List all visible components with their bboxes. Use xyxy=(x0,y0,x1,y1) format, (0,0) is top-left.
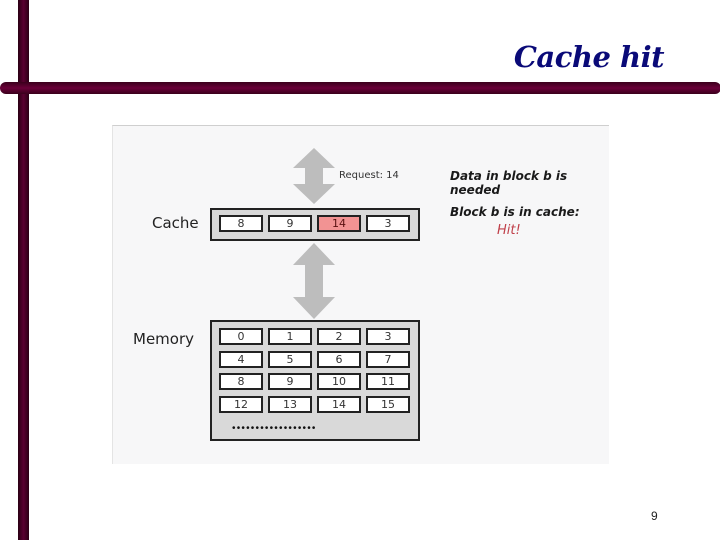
vertical-accent-bar xyxy=(18,0,29,540)
memory-block: 7 xyxy=(366,350,410,368)
memory-label: Memory xyxy=(133,330,195,348)
cache-block: 3 xyxy=(366,215,410,232)
cache-label: Cache xyxy=(152,214,199,232)
slide-title: Cache hit xyxy=(513,40,665,74)
memory-block: 4 xyxy=(219,350,263,368)
cache-box: 8 9 14 3 xyxy=(210,208,420,241)
memory-block: 9 xyxy=(268,373,312,390)
cache-memory-arrow-icon xyxy=(293,243,335,319)
memory-ellipsis: •••••••••••••••••• xyxy=(232,423,317,434)
memory-block: 1 xyxy=(268,328,312,345)
memory-block: 10 xyxy=(317,373,361,390)
memory-box: 0 1 2 3 4 5 6 7 8 9 10 11 12 13 14 15 •••••••••••••••••… xyxy=(210,320,420,441)
request-arrow-icon xyxy=(293,148,335,204)
cache-block: 9 xyxy=(268,215,312,232)
memory-block: 3 xyxy=(366,328,410,345)
memory-block: 0 xyxy=(219,328,263,345)
page-number: 9 xyxy=(651,509,658,523)
note-block-in-cache: Block b is in cache: xyxy=(450,205,580,219)
hit-result: Hit! xyxy=(497,223,521,238)
horizontal-accent-bar xyxy=(0,82,720,94)
diagram-panel: Request: 14 Cache 8 9 14 3 Memory 012345678… xyxy=(112,125,609,464)
memory-block: 11 xyxy=(366,373,410,390)
cache-block-hit: 14 xyxy=(317,215,361,232)
cache-block: 8 xyxy=(219,215,263,232)
memory-block: 8 xyxy=(219,373,263,390)
memory-block: 2 xyxy=(317,328,361,345)
memory-block: 13 xyxy=(268,395,312,413)
memory-block: 6 xyxy=(317,350,361,368)
memory-block: 12 xyxy=(219,395,263,413)
memory-block: 15 xyxy=(366,395,410,413)
request-label: Request: 14 xyxy=(339,170,399,181)
memory-block: 14 xyxy=(317,395,361,413)
note-data-needed: Data in block b is needed xyxy=(450,169,568,197)
memory-block: 5 xyxy=(268,350,312,368)
